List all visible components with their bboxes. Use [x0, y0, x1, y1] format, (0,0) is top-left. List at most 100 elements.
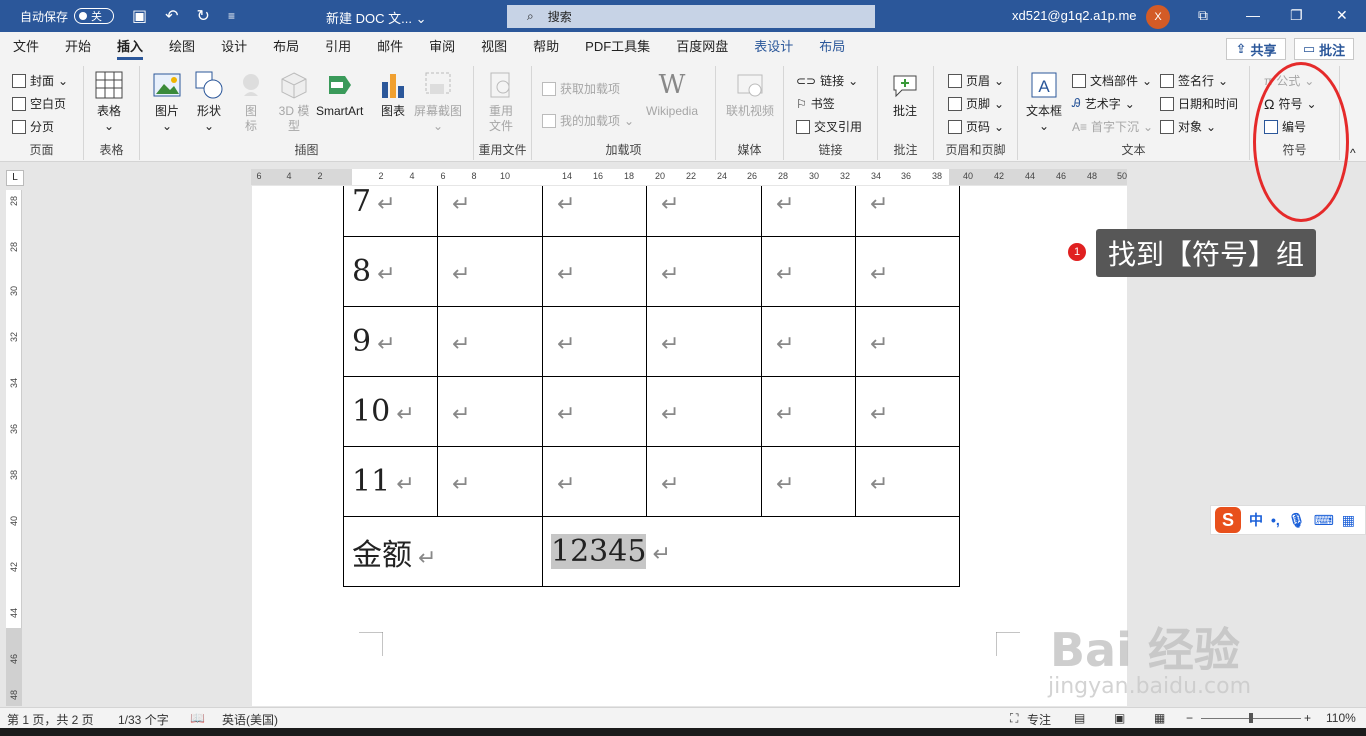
bookmark-button[interactable]: ⚐ 书签: [796, 95, 835, 112]
wordart-button[interactable]: Ꭿ 艺术字 ⌄: [1072, 95, 1135, 112]
table-cell[interactable]: ↵: [542, 236, 647, 307]
table-cell[interactable]: 9 ↵: [343, 306, 438, 377]
date-time-button[interactable]: 日期和时间: [1160, 95, 1238, 112]
page-count[interactable]: 第 1 页，共 2 页: [7, 711, 94, 728]
tab-table-design[interactable]: 表设计: [741, 32, 806, 62]
ime-language[interactable]: 中: [1249, 510, 1263, 530]
tab-mailings[interactable]: 邮件: [364, 32, 416, 62]
tab-references[interactable]: 引用: [312, 32, 364, 62]
collapse-ribbon-icon[interactable]: ^: [1350, 146, 1356, 160]
screenshot-button[interactable]: 屏幕截图 ⌄: [414, 70, 462, 134]
tab-insert[interactable]: 插入: [104, 32, 156, 62]
page-number-button[interactable]: 页码 ⌄: [948, 118, 1004, 135]
focus-label[interactable]: 专注: [1027, 711, 1051, 728]
new-comment-button[interactable]: 批注: [890, 70, 920, 119]
chart-button[interactable]: 图表: [378, 70, 408, 119]
table-cell[interactable]: ↵: [761, 236, 856, 307]
table-cell[interactable]: 10 ↵: [343, 376, 438, 447]
table-cell[interactable]: ↵: [542, 306, 647, 377]
total-label-cell[interactable]: 金额 ↵: [343, 516, 543, 587]
word-count[interactable]: 1/33 个字: [118, 711, 169, 728]
table-cell[interactable]: ↵: [542, 446, 647, 517]
zoom-level[interactable]: 110%: [1326, 711, 1356, 725]
table-cell[interactable]: ↵: [855, 306, 960, 377]
icons-button[interactable]: 图标: [236, 70, 266, 134]
table-cell[interactable]: ↵: [437, 186, 543, 237]
document-title[interactable]: 新建 DOC 文... ⌄: [326, 8, 426, 27]
document-table[interactable]: 7↵ ↵ ↵ ↵ ↵ ↵ 8↵ ↵ ↵ ↵ ↵ ↵ 9↵ ↵ ↵ ↵ ↵: [343, 186, 960, 587]
3d-models-button[interactable]: 3D 模型: [276, 70, 312, 134]
user-account[interactable]: xd521@g1q2.a1p.me: [1012, 8, 1137, 23]
get-addins-button[interactable]: 获取加载项: [542, 80, 620, 97]
drop-cap-button[interactable]: A≡ 首字下沉 ⌄: [1072, 118, 1153, 135]
tab-help[interactable]: 帮助: [520, 32, 572, 62]
quick-parts-button[interactable]: 文档部件 ⌄: [1072, 72, 1152, 89]
horizontal-ruler[interactable]: 6 4 2 2 4 6 8 10 14 16 18 20 22 24 26 28…: [251, 169, 1127, 185]
object-button[interactable]: 对象 ⌄: [1160, 118, 1216, 135]
avatar[interactable]: X: [1146, 5, 1170, 29]
zoom-out-icon[interactable]: −: [1186, 711, 1193, 725]
table-cell[interactable]: ↵: [761, 376, 856, 447]
tab-layout[interactable]: 布局: [260, 32, 312, 62]
minimize-icon[interactable]: —: [1246, 7, 1260, 23]
table-cell[interactable]: ↵: [646, 236, 762, 307]
autosave[interactable]: 自动保存 关: [20, 8, 115, 25]
print-layout-icon[interactable]: ▣: [1114, 711, 1125, 725]
table-button[interactable]: 表格 ⌄: [94, 70, 124, 134]
table-cell[interactable]: ↵: [646, 186, 762, 237]
comments-button[interactable]: ▭ 批注: [1294, 38, 1354, 60]
grid-icon[interactable]: ▦: [1342, 512, 1355, 529]
redo-icon[interactable]: ↻: [197, 6, 210, 26]
vertical-ruler[interactable]: 28 28 30 32 34 36 38 40 42 44 46 48: [6, 190, 22, 706]
tab-table-layout[interactable]: 布局: [806, 32, 858, 62]
autosave-toggle[interactable]: 关: [74, 8, 115, 24]
microphone-icon[interactable]: 🎙: [1288, 512, 1306, 529]
total-value-cell[interactable]: 12345 ↵: [542, 516, 960, 587]
table-cell[interactable]: ↵: [646, 376, 762, 447]
document-page[interactable]: 7↵ ↵ ↵ ↵ ↵ ↵ 8↵ ↵ ↵ ↵ ↵ ↵ 9↵ ↵ ↵ ↵ ↵: [252, 186, 1127, 706]
share-button[interactable]: ⇪ 共享: [1226, 38, 1286, 60]
tab-pdf-tools[interactable]: PDF工具集: [572, 32, 663, 62]
save-icon[interactable]: ▣: [132, 6, 147, 26]
restore-icon[interactable]: ❐: [1290, 7, 1303, 24]
table-cell[interactable]: ↵: [855, 376, 960, 447]
table-cell[interactable]: ↵: [437, 306, 543, 377]
zoom-slider-thumb[interactable]: [1249, 713, 1253, 723]
header-button[interactable]: 页眉 ⌄: [948, 72, 1004, 89]
web-layout-icon[interactable]: ▦: [1154, 711, 1165, 725]
my-addins-button[interactable]: 我的加载项 ⌄: [542, 112, 634, 129]
tab-home[interactable]: 开始: [52, 32, 104, 62]
footer-button[interactable]: 页脚 ⌄: [948, 95, 1004, 112]
tab-review[interactable]: 审阅: [416, 32, 468, 62]
read-mode-icon[interactable]: ▤: [1074, 711, 1085, 725]
smartart-button[interactable]: SmartArt: [316, 70, 363, 119]
table-cell[interactable]: ↵: [437, 376, 543, 447]
keyboard-icon[interactable]: ⌨: [1314, 512, 1334, 529]
tab-design[interactable]: 设计: [208, 32, 260, 62]
search-box[interactable]: ⌕ 搜索: [507, 5, 875, 28]
customize-toolbar-icon[interactable]: ≡: [228, 9, 235, 23]
pictures-button[interactable]: 图片 ⌄: [152, 70, 182, 134]
close-icon[interactable]: ✕: [1336, 7, 1348, 24]
tab-draw[interactable]: 绘图: [156, 32, 208, 62]
table-cell[interactable]: 7 ↵: [343, 186, 438, 237]
table-cell[interactable]: ↵: [437, 446, 543, 517]
wikipedia-button[interactable]: W Wikipedia: [646, 70, 698, 119]
cover-page-button[interactable]: 封面 ⌄: [12, 72, 68, 89]
tab-selector[interactable]: L: [6, 170, 24, 186]
table-cell[interactable]: 8 ↵: [343, 236, 438, 307]
tab-view[interactable]: 视图: [468, 32, 520, 62]
blank-page-button[interactable]: 空白页: [12, 95, 66, 112]
proofing-icon[interactable]: 📖: [190, 711, 205, 725]
table-cell[interactable]: ↵: [761, 446, 856, 517]
table-cell[interactable]: ↵: [646, 306, 762, 377]
reuse-files-button[interactable]: 重用文件: [486, 70, 516, 134]
text-box-button[interactable]: A 文本框 ⌄: [1026, 70, 1062, 134]
table-cell[interactable]: ↵: [542, 376, 647, 447]
cross-reference-button[interactable]: 交叉引用: [796, 118, 862, 135]
table-cell[interactable]: ↵: [855, 186, 960, 237]
table-cell[interactable]: ↵: [437, 236, 543, 307]
table-cell[interactable]: ↵: [646, 446, 762, 517]
zoom-in-icon[interactable]: +: [1304, 711, 1311, 725]
tab-baidu-netdisk[interactable]: 百度网盘: [663, 32, 741, 62]
